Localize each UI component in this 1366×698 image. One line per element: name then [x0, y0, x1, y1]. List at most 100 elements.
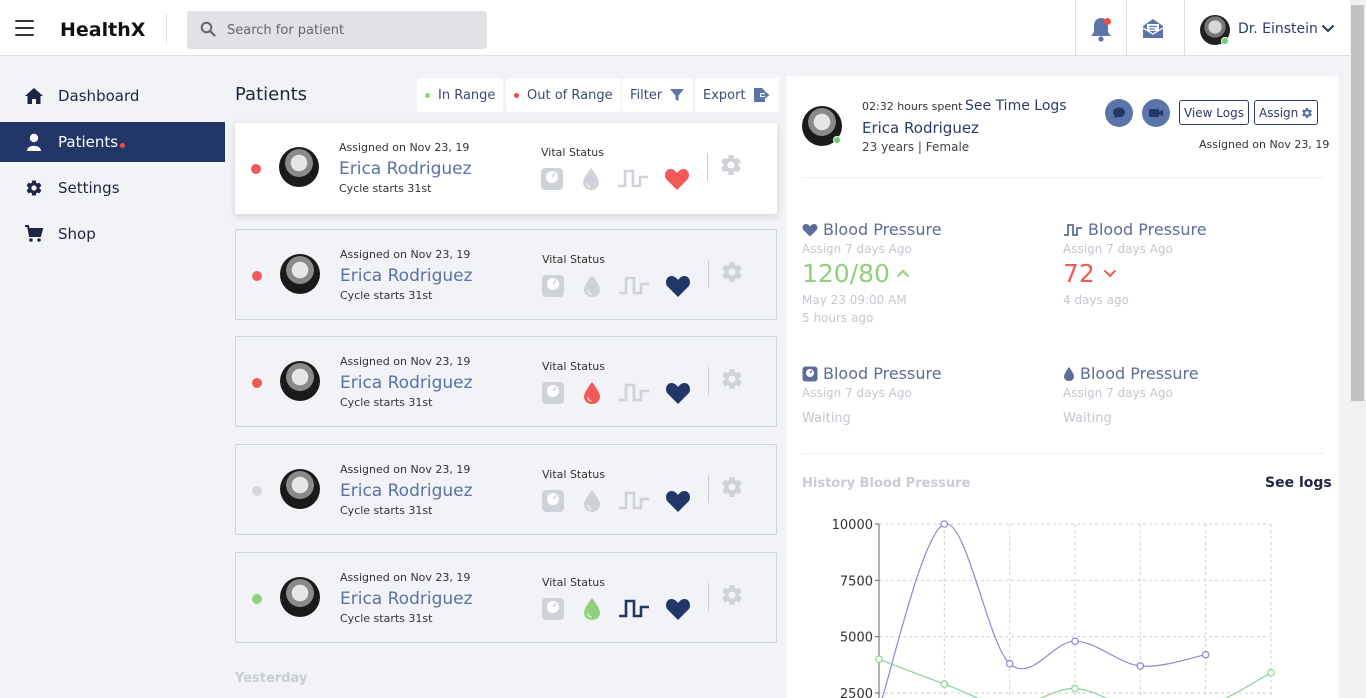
patient-card[interactable]: Assigned on Nov 23, 19 Erica Rodriguez Cyc… — [235, 552, 777, 643]
scale-icon — [542, 382, 564, 404]
see-logs-link[interactable]: See logs — [1265, 475, 1332, 491]
export-icon — [753, 88, 769, 102]
patient-name: Erica Rodriguez — [862, 119, 979, 137]
out-of-range-label: Out of Range — [527, 87, 613, 103]
scrollbar-thumb[interactable] — [1351, 5, 1364, 401]
vital-status-label: Vital Status — [542, 360, 605, 373]
in-range-filter[interactable]: In Range — [417, 78, 504, 112]
sidebar-item-settings[interactable]: Settings — [0, 168, 225, 208]
filter-button[interactable]: Filter — [622, 78, 694, 112]
export-label: Export — [703, 87, 746, 103]
metric-subtitle: Assign 7 days Ago — [1063, 242, 1173, 256]
assigned-date: Assigned on Nov 23, 19 — [340, 571, 471, 584]
metric-title: Blood Pressure — [823, 220, 942, 239]
data-point — [1005, 659, 1014, 668]
assigned-date: Assigned on Nov 23, 19 — [339, 141, 470, 154]
vital-status-label: Vital Status — [542, 468, 605, 481]
gear-icon[interactable] — [720, 583, 744, 607]
heart-icon — [666, 491, 690, 512]
assign-button[interactable]: Assign — [1254, 100, 1319, 125]
section-heading: Yesterday — [235, 671, 308, 686]
drop-icon — [584, 275, 600, 297]
metric-title: Blood Pressure — [1080, 364, 1199, 383]
sidebar-item-dashboard[interactable]: Dashboard — [0, 76, 225, 116]
chevron-down-icon[interactable] — [1321, 24, 1335, 33]
sidebar-item-label: Dashboard — [58, 87, 140, 105]
data-point — [1071, 637, 1079, 645]
patient-name[interactable]: Erica Rodriguez — [340, 266, 473, 286]
vital-status-label: Vital Status — [541, 146, 604, 159]
gear-icon[interactable] — [720, 260, 744, 284]
online-indicator — [1221, 37, 1229, 45]
cart-icon — [25, 225, 44, 242]
export-button[interactable]: Export — [695, 78, 779, 112]
menu-icon[interactable] — [15, 20, 34, 36]
patient-card[interactable]: Assigned on Nov 23, 19 Erica Rodriguez Cyc… — [235, 336, 777, 427]
pulse-icon — [619, 383, 649, 402]
page-title: Patients — [235, 84, 308, 105]
patient-name[interactable]: Erica Rodriguez — [339, 159, 472, 179]
patient-name[interactable]: Erica Rodriguez — [340, 481, 473, 501]
patient-name[interactable]: Erica Rodriguez — [340, 373, 473, 393]
patient-card[interactable]: Assigned on Nov 23, 19 Erica Rodriguez Cyc… — [235, 229, 777, 320]
sidebar-item-shop[interactable]: Shop — [0, 214, 225, 254]
home-icon — [25, 88, 43, 104]
user-icon — [27, 133, 41, 151]
assign-label: Assign — [1259, 105, 1299, 120]
metric-timestamp: May 23 09:00 AM — [802, 293, 907, 307]
filter-icon — [670, 89, 685, 101]
metric-blood-pressure-scale: Blood Pressure Assign 7 days Ago Waiting — [802, 364, 942, 426]
search-box[interactable] — [187, 11, 487, 49]
see-time-logs-link[interactable]: See Time Logs — [965, 98, 1067, 114]
user-name[interactable]: Dr. Einstein — [1238, 21, 1318, 37]
drop-icon — [584, 598, 600, 620]
metric-value: 72 — [1063, 259, 1095, 288]
status-indicator — [252, 378, 262, 388]
y-tick-label: 7500 — [840, 574, 873, 589]
assigned-date: Assigned on Nov 23, 19 — [340, 463, 471, 476]
search-input[interactable] — [227, 20, 467, 40]
scale-icon — [541, 168, 563, 190]
scrollbar[interactable] — [1350, 0, 1366, 698]
pulse-icon — [618, 169, 648, 188]
patient-card[interactable]: Assigned on Nov 23, 19 Erica Rodriguez Cyc… — [235, 444, 777, 535]
hours-spent: 02:32 hours spent — [862, 100, 963, 113]
assigned-date: Assigned on Nov 23, 19 — [340, 248, 471, 261]
pulse-icon — [619, 491, 649, 510]
divider — [802, 177, 1324, 178]
patient-name[interactable]: Erica Rodriguez — [340, 589, 473, 609]
inbox-icon[interactable] — [1141, 17, 1165, 41]
metric-subtitle: Assign 7 days Ago — [802, 386, 912, 400]
gear-icon[interactable] — [720, 367, 744, 391]
trend-down-icon — [1103, 269, 1117, 278]
drop-icon — [583, 168, 599, 190]
sidebar-item-patients[interactable]: Patients — [0, 122, 225, 162]
chat-button[interactable] — [1105, 99, 1133, 127]
scale-icon — [542, 598, 564, 620]
drop-icon — [584, 382, 600, 404]
divider — [1075, 0, 1076, 56]
out-of-range-filter[interactable]: Out of Range — [506, 78, 621, 112]
cycle-info: Cycle starts 31st — [339, 182, 432, 195]
patient-detail-panel: 02:32 hours spent See Time Logs Erica Ro… — [787, 76, 1339, 698]
scale-icon — [542, 490, 564, 512]
metric-blood-pressure-drop: Blood Pressure Assign 7 days Ago Waiting — [1063, 364, 1199, 426]
patient-card[interactable]: Assigned on Nov 23, 19 Erica Rodriguez Cyc… — [235, 123, 777, 214]
gear-icon — [1302, 107, 1313, 118]
divider — [1126, 0, 1127, 56]
y-tick-label: 2500 — [840, 687, 873, 698]
divider — [708, 475, 709, 503]
pulse-icon — [619, 599, 649, 618]
cycle-info: Cycle starts 31st — [340, 504, 433, 517]
filter-label: Filter — [630, 87, 663, 103]
patient-avatar — [280, 254, 320, 294]
gear-icon[interactable] — [719, 153, 743, 177]
gear-icon[interactable] — [720, 475, 744, 499]
gear-icon — [26, 180, 42, 196]
data-point — [940, 520, 949, 528]
view-logs-button[interactable]: View Logs — [1179, 100, 1249, 125]
drop-icon — [584, 490, 600, 512]
history-chart: 10000 7500 5000 2500 — [832, 518, 1275, 698]
metric-relative-time: 4 days ago — [1063, 293, 1129, 307]
video-call-button[interactable] — [1142, 99, 1170, 127]
